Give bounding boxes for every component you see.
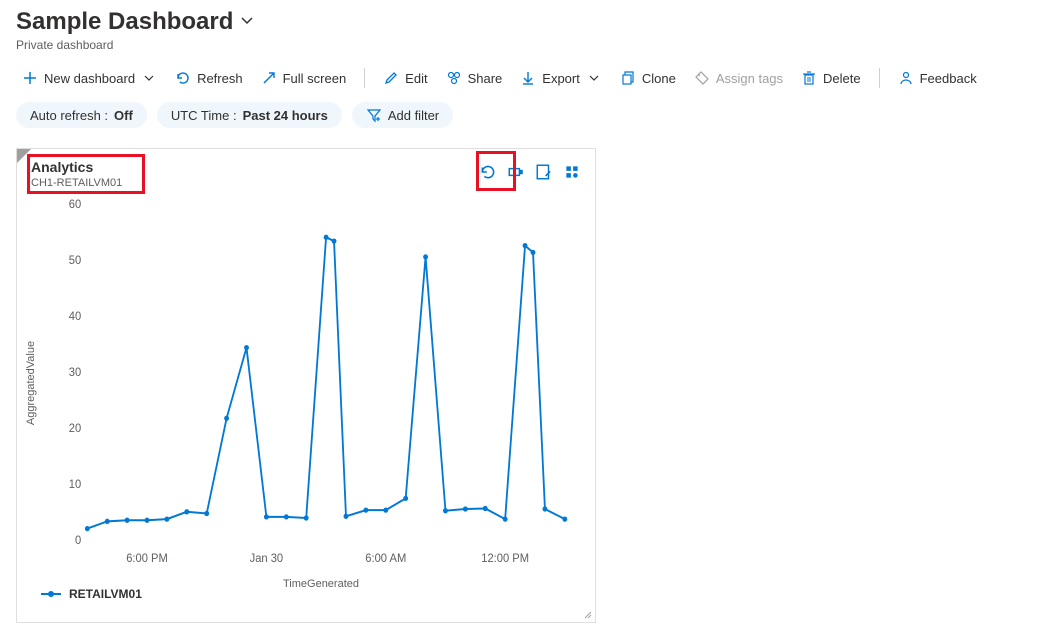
tile-action-bar — [479, 159, 581, 181]
svg-text:60: 60 — [69, 198, 82, 212]
open-logs-icon[interactable] — [507, 163, 525, 181]
chart-area: AggregatedValue 0 10 20 30 40 50 60 6:00 PM Jan… — [17, 193, 595, 573]
svg-text:6:00 PM: 6:00 PM — [126, 552, 168, 566]
dashboard-title: Sample Dashboard — [16, 8, 233, 36]
clone-label: Clone — [642, 71, 676, 86]
tile-subtitle: CH1-RETAILVM01 — [31, 177, 122, 189]
legend-marker — [41, 593, 61, 595]
more-options-icon[interactable] — [563, 163, 581, 181]
resize-handle-icon[interactable] — [582, 609, 592, 619]
time-range-label: UTC Time : — [171, 108, 237, 123]
y-axis-label: AggregatedValue — [25, 341, 37, 425]
svg-text:30: 30 — [69, 366, 82, 380]
separator — [364, 68, 365, 88]
tile-drag-handle[interactable] — [17, 149, 31, 163]
fullscreen-icon — [261, 70, 277, 86]
filter-icon — [366, 107, 382, 123]
feedback-icon — [898, 70, 914, 86]
time-range-value: Past 24 hours — [243, 108, 328, 123]
add-filter-label: Add filter — [388, 108, 439, 123]
delete-button[interactable]: Delete — [795, 66, 867, 90]
svg-text:12:00 PM: 12:00 PM — [481, 552, 529, 566]
trash-icon — [801, 70, 817, 86]
command-bar: New dashboard Refresh Full screen Edit S… — [16, 66, 1041, 90]
chevron-down-icon — [586, 70, 602, 86]
svg-text:40: 40 — [69, 310, 82, 324]
time-range-pill[interactable]: UTC Time : Past 24 hours — [157, 102, 342, 128]
auto-refresh-pill[interactable]: Auto refresh : Off — [16, 102, 147, 128]
full-screen-label: Full screen — [283, 71, 347, 86]
svg-text:10: 10 — [69, 478, 82, 492]
new-dashboard-label: New dashboard — [44, 71, 135, 86]
clone-button[interactable]: Clone — [614, 66, 682, 90]
assign-tags-label: Assign tags — [716, 71, 783, 86]
auto-refresh-value: Off — [114, 108, 133, 123]
refresh-icon — [175, 70, 191, 86]
download-icon — [520, 70, 536, 86]
add-filter-pill[interactable]: Add filter — [352, 102, 453, 128]
export-button[interactable]: Export — [514, 66, 608, 90]
svg-text:50: 50 — [69, 254, 82, 268]
assign-tags-button: Assign tags — [688, 66, 789, 90]
tag-icon — [694, 70, 710, 86]
x-axis-label: TimeGenerated — [67, 578, 575, 590]
new-dashboard-button[interactable]: New dashboard — [16, 66, 163, 90]
tile-refresh-icon[interactable] — [479, 163, 497, 181]
feedback-button[interactable]: Feedback — [892, 66, 983, 90]
dashboard-dropdown-chevron[interactable] — [239, 12, 255, 33]
share-label: Share — [468, 71, 503, 86]
pencil-icon — [383, 70, 399, 86]
auto-refresh-label: Auto refresh : — [30, 108, 108, 123]
filter-bar: Auto refresh : Off UTC Time : Past 24 ho… — [16, 102, 1041, 128]
export-label: Export — [542, 71, 580, 86]
separator — [879, 68, 880, 88]
clone-icon — [620, 70, 636, 86]
svg-text:6:00 AM: 6:00 AM — [365, 552, 406, 566]
plus-icon — [22, 70, 38, 86]
feedback-label: Feedback — [920, 71, 977, 86]
svg-text:0: 0 — [75, 534, 82, 548]
line-chart: 0 10 20 30 40 50 60 6:00 PM Jan 30 6:00 AM 12:00 … — [67, 197, 575, 573]
refresh-button[interactable]: Refresh — [169, 66, 249, 90]
svg-text:Jan 30: Jan 30 — [250, 552, 284, 566]
analytics-tile[interactable]: Analytics CH1-RETAILVM01 AggregatedValue… — [16, 148, 596, 623]
share-button[interactable]: Share — [440, 66, 509, 90]
chevron-down-icon — [141, 70, 157, 86]
dashboard-subtitle: Private dashboard — [16, 38, 1041, 52]
edit-query-icon[interactable] — [535, 163, 553, 181]
refresh-label: Refresh — [197, 71, 243, 86]
full-screen-button[interactable]: Full screen — [255, 66, 353, 90]
tile-title: Analytics — [31, 159, 122, 175]
share-icon — [446, 70, 462, 86]
svg-text:20: 20 — [69, 422, 82, 436]
delete-label: Delete — [823, 71, 861, 86]
edit-button[interactable]: Edit — [377, 66, 433, 90]
edit-label: Edit — [405, 71, 427, 86]
